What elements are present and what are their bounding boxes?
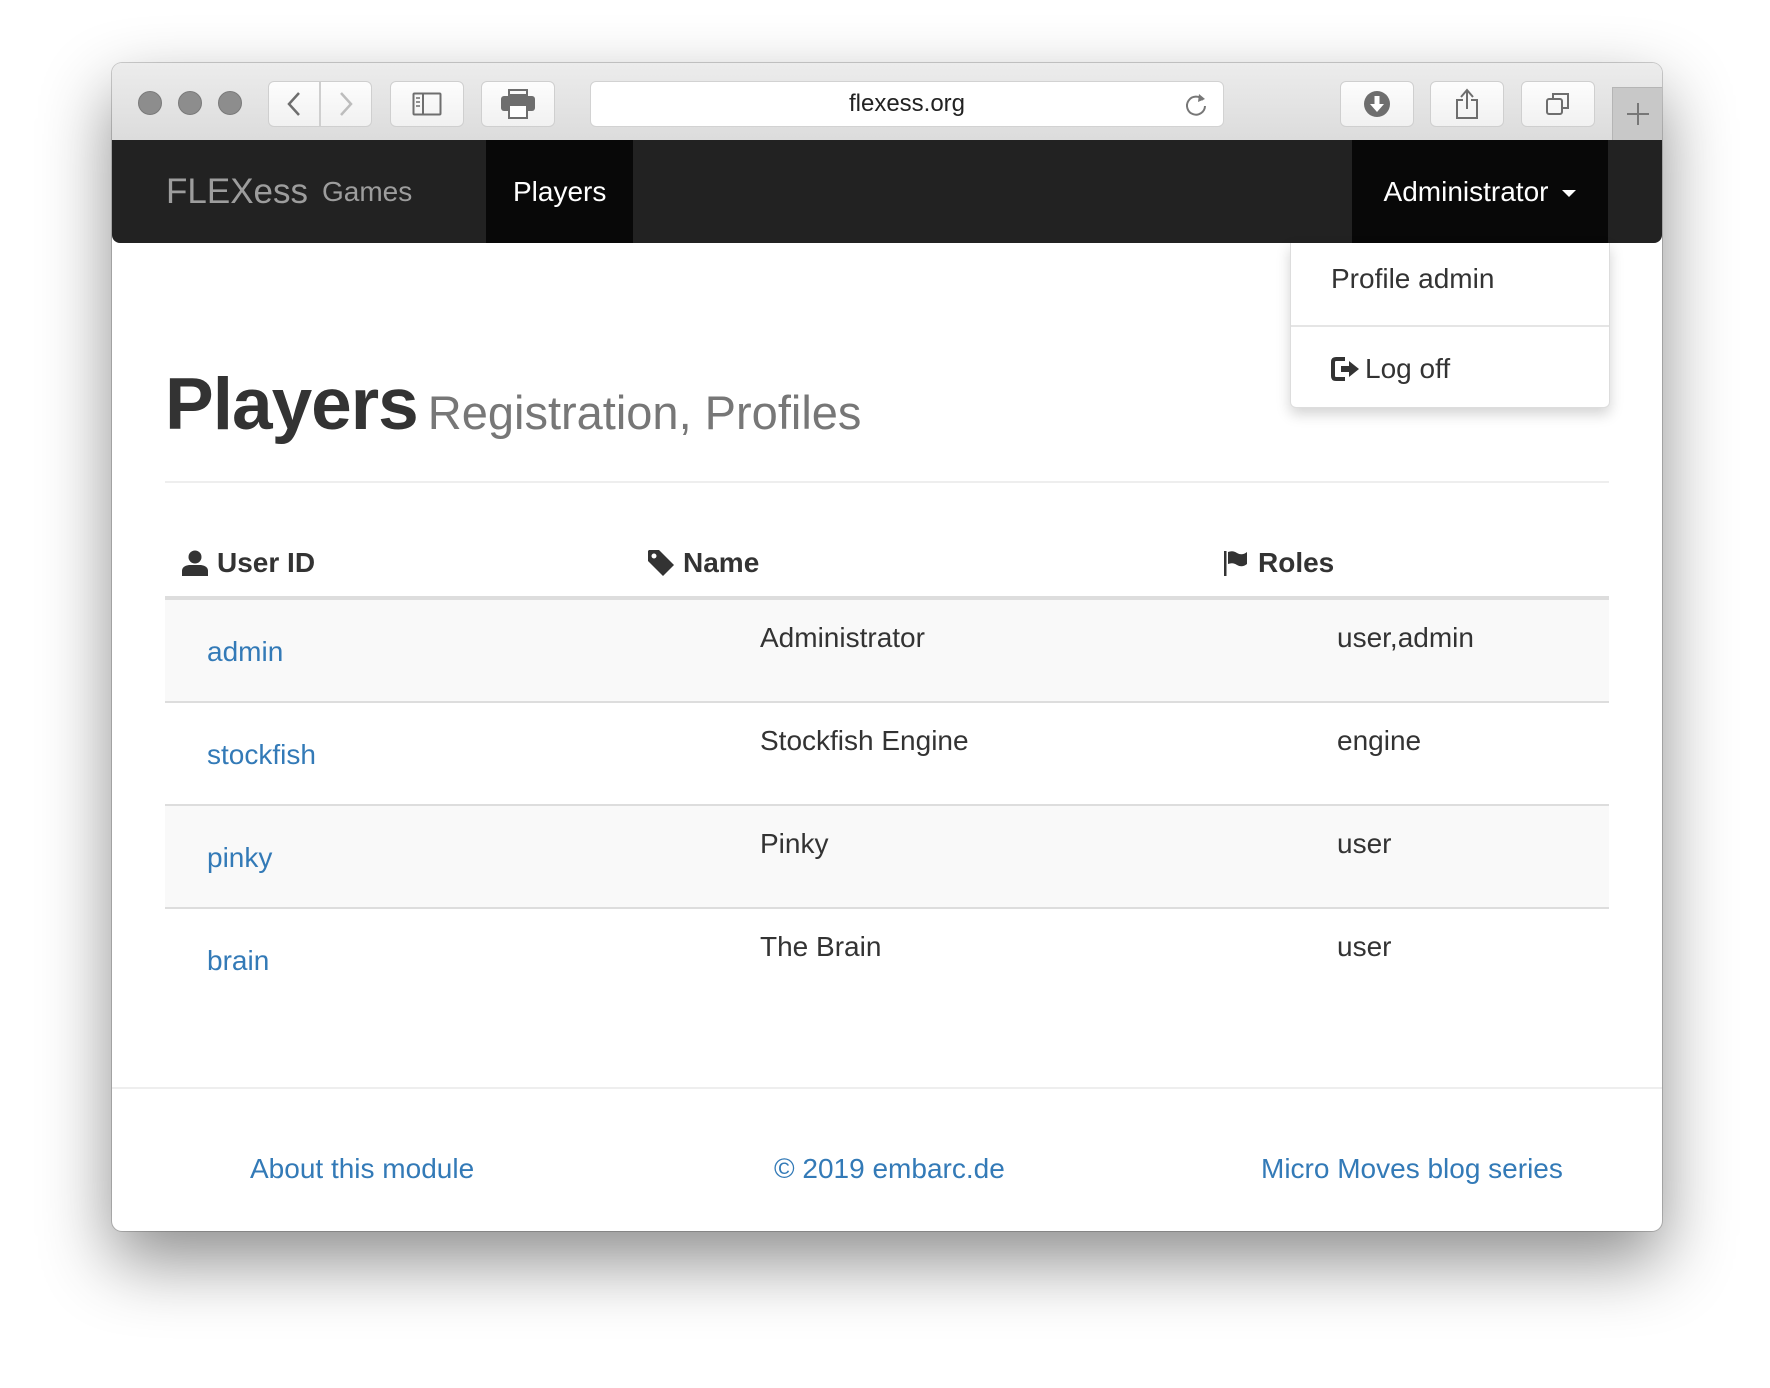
footer-link-copyright[interactable]: © 2019 embarc.de: [774, 1153, 1005, 1185]
user-id-link[interactable]: brain: [207, 945, 269, 977]
navbar: FLEXess Games Players Administrator: [112, 140, 1662, 243]
browser-window: flexess.org FLEXess Games Players Admini…: [112, 63, 1662, 1231]
dropdown-item-log-off[interactable]: Log off: [1331, 353, 1450, 385]
user-id-link[interactable]: admin: [207, 636, 283, 668]
address-bar[interactable]: flexess.org: [590, 81, 1224, 127]
player-name: Stockfish Engine: [760, 725, 969, 756]
player-name: The Brain: [760, 931, 882, 962]
nav-link-games[interactable]: Games: [295, 140, 439, 243]
reload-icon[interactable]: [1183, 92, 1209, 118]
column-header-roles[interactable]: Roles: [1222, 533, 1334, 593]
back-icon: [287, 92, 300, 116]
flag-icon: [1224, 551, 1247, 576]
share-button[interactable]: [1430, 81, 1504, 127]
tag-icon: [648, 550, 674, 576]
tabs-icon: [1546, 93, 1569, 115]
player-roles: user: [1337, 828, 1392, 859]
table-row: stockfish Stockfish Engine engine: [165, 703, 1609, 806]
player-roles: user: [1337, 931, 1392, 962]
table-row: pinky Pinky user: [165, 806, 1609, 909]
footer-link-about[interactable]: About this module: [250, 1153, 474, 1185]
user-menu-toggle[interactable]: Administrator: [1352, 140, 1608, 243]
close-window-button[interactable]: [138, 91, 162, 115]
browser-toolbar: flexess.org: [112, 63, 1662, 141]
players-table: User ID Name Roles admin Administrator u…: [165, 533, 1609, 1010]
share-icon: [1456, 88, 1478, 119]
forward-button[interactable]: [320, 81, 372, 127]
new-tab-icon: [1626, 103, 1649, 125]
log-off-icon: [1331, 357, 1359, 381]
zoom-window-button[interactable]: [218, 91, 242, 115]
dropdown-divider: [1291, 325, 1609, 327]
user-dropdown-menu: Profile admin Log off: [1290, 243, 1610, 408]
minimize-window-button[interactable]: [178, 91, 202, 115]
sidebar-icon: [412, 92, 442, 116]
player-roles: engine: [1337, 725, 1422, 756]
brand-logo[interactable]: FLEXess: [166, 140, 308, 243]
table-row: admin Administrator user,admin: [165, 600, 1609, 703]
url-text: flexess.org: [848, 90, 966, 117]
player-name: Pinky: [760, 828, 829, 859]
new-tab-button[interactable]: [1612, 87, 1662, 140]
dropdown-item-profile[interactable]: Profile admin: [1331, 263, 1494, 295]
user-icon: [182, 550, 208, 576]
table-row: brain The Brain user: [165, 909, 1609, 1010]
back-button[interactable]: [268, 81, 320, 127]
download-icon: [1364, 91, 1390, 117]
footer-divider: [112, 1087, 1662, 1089]
column-header-name[interactable]: Name: [647, 533, 759, 593]
column-header-user-id[interactable]: User ID: [181, 533, 315, 593]
user-id-link[interactable]: pinky: [207, 842, 272, 874]
user-id-link[interactable]: stockfish: [207, 739, 316, 771]
show-tabs-button[interactable]: [1521, 81, 1595, 127]
page-subtitle: Registration, Profiles: [427, 386, 862, 439]
sidebar-button[interactable]: [390, 81, 464, 127]
footer-link-blog[interactable]: Micro Moves blog series: [1261, 1153, 1563, 1185]
caret-down-icon: [1562, 190, 1577, 198]
forward-icon: [340, 92, 353, 116]
downloads-button[interactable]: [1340, 81, 1414, 127]
player-roles: user,admin: [1337, 622, 1474, 653]
print-button[interactable]: [481, 81, 555, 127]
user-menu-label: Administrator: [1383, 176, 1549, 207]
player-name: Administrator: [760, 622, 925, 653]
print-icon: [501, 89, 535, 119]
log-off-label: Log off: [1365, 353, 1451, 384]
header-divider: [165, 481, 1609, 483]
table-header: User ID Name Roles: [165, 533, 1609, 600]
page-title: Players: [165, 364, 419, 445]
nav-link-players[interactable]: Players: [486, 140, 634, 243]
page-header: Players Registration, Profiles: [165, 363, 861, 446]
